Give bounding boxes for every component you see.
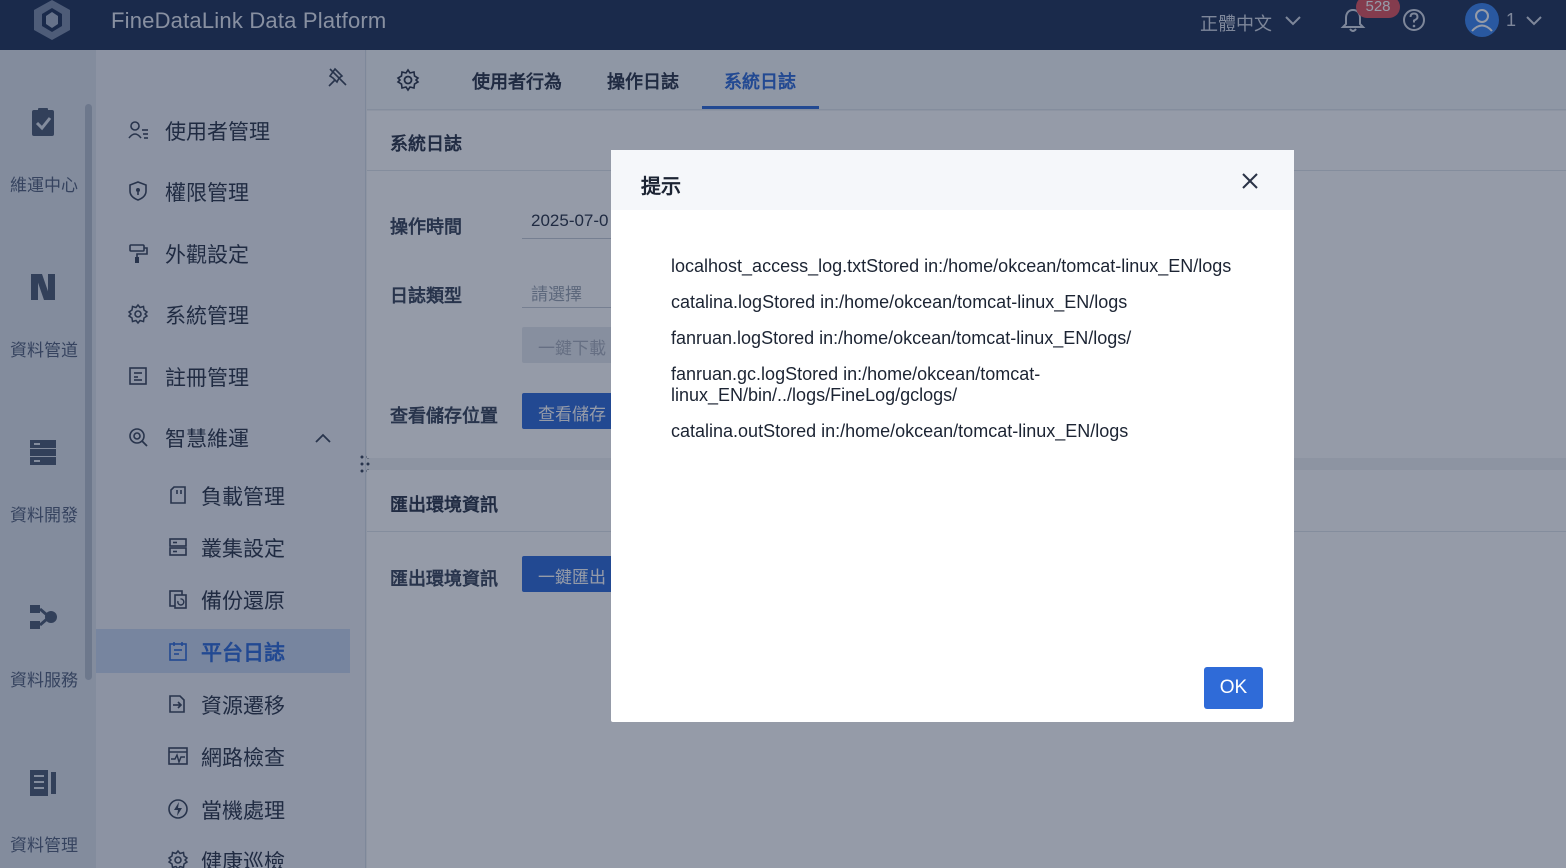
list-item: catalina.outStored in:/home/okcean/tomca… [671,421,1129,441]
dialog-title: 提示 [641,176,681,198]
log-location-list: localhost_access_log.txtStored in:/home/… [671,256,1251,457]
list-item: fanruan.gc.logStored in:/home/okcean/tom… [671,364,1041,405]
ok-button[interactable]: OK [1204,667,1263,709]
prompt-dialog: 提示 localhost_access_log.txtStored in:/ho… [611,150,1294,722]
dialog-header: 提示 [611,150,1294,210]
list-item: localhost_access_log.txtStored in:/home/… [671,256,1232,276]
list-item: fanruan.logStored in:/home/okcean/tomcat… [671,328,1132,348]
close-icon[interactable] [1239,170,1261,192]
list-item: catalina.logStored in:/home/okcean/tomca… [671,292,1128,312]
